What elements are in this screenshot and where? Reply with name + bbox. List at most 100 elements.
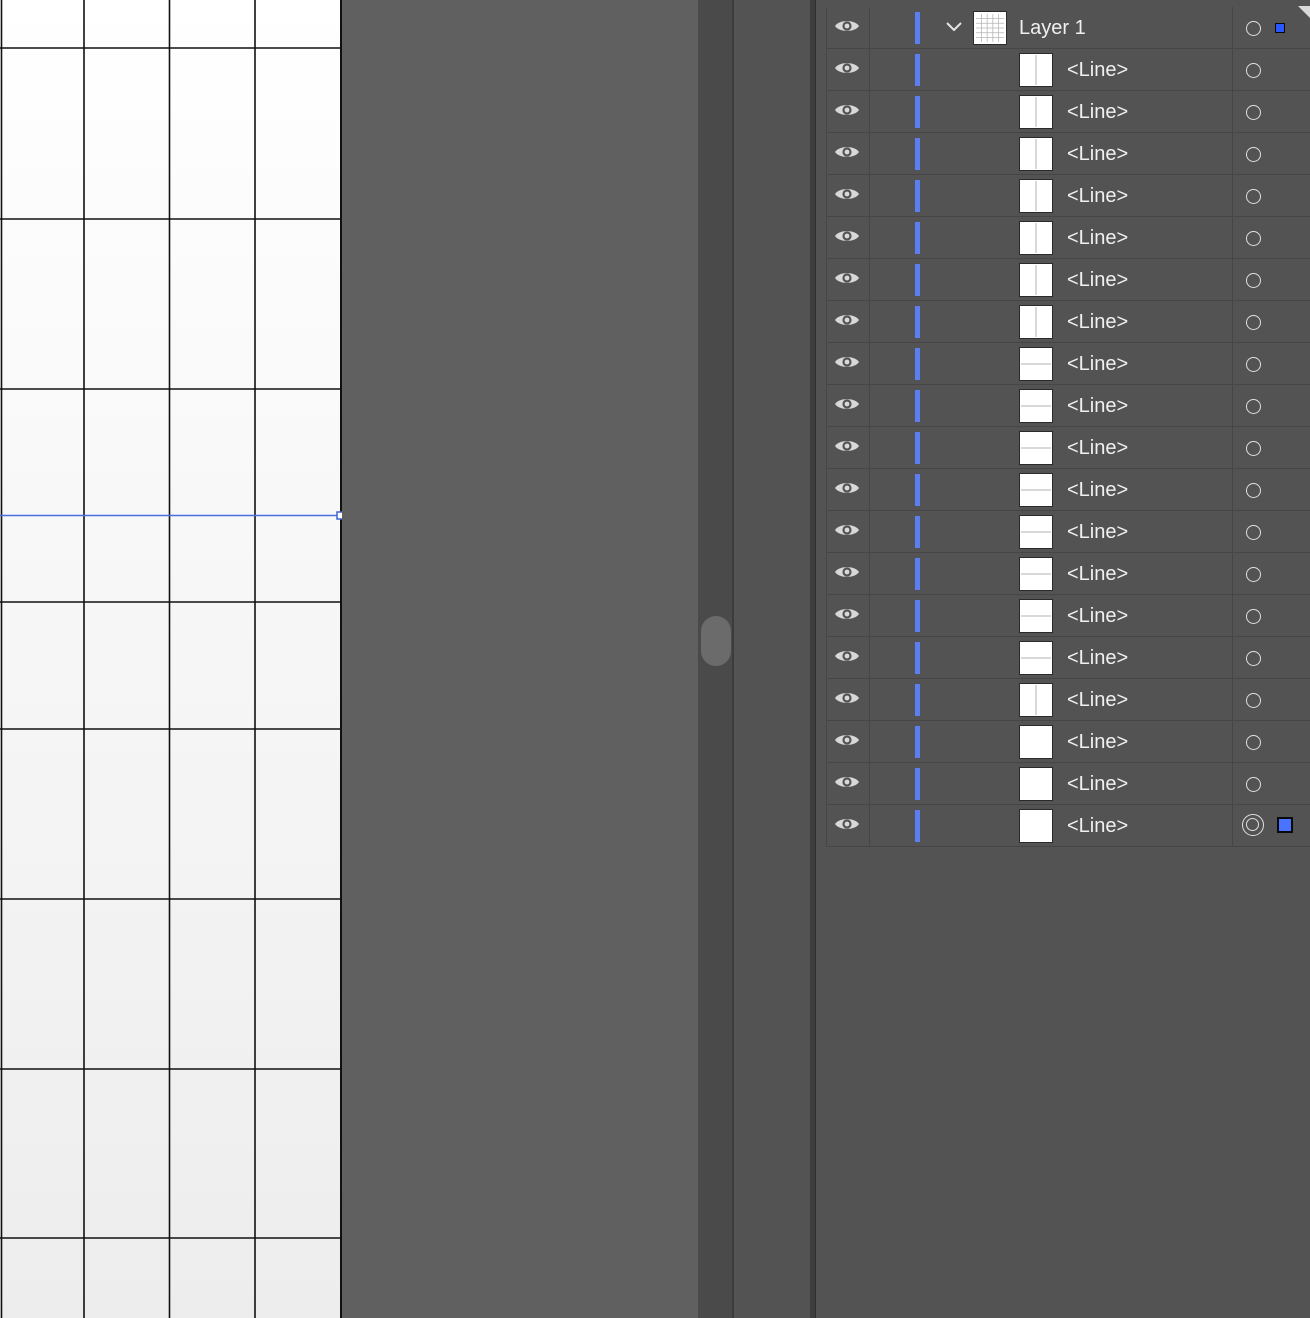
circle-target-icon[interactable] [1246, 693, 1261, 708]
selection-square-icon[interactable] [1275, 23, 1285, 33]
eye-icon[interactable] [834, 227, 860, 245]
circle-target-icon[interactable] [1246, 567, 1261, 582]
layer-item-row[interactable]: <Line> [827, 385, 1310, 427]
column-divider [869, 217, 870, 258]
circle-target-icon[interactable] [1246, 231, 1261, 246]
chevron-down-icon[interactable] [945, 20, 963, 34]
eye-icon[interactable] [834, 731, 860, 749]
circle-target-icon[interactable] [1246, 525, 1261, 540]
item-thumbnail [1019, 767, 1053, 801]
layer-color-stripe [915, 768, 920, 800]
layer-item-row[interactable]: <Line> [827, 259, 1310, 301]
layer-item-name[interactable]: <Line> [1067, 143, 1128, 165]
eye-icon[interactable] [834, 101, 860, 119]
layer-item-row[interactable]: <Line> [827, 175, 1310, 217]
layer-item-row[interactable]: <Line> [827, 91, 1310, 133]
layer-name[interactable]: Layer 1 [1019, 17, 1086, 39]
layer-item-name[interactable]: <Line> [1067, 185, 1128, 207]
layer-item-row[interactable]: <Line> [827, 553, 1310, 595]
circle-target-icon[interactable] [1246, 651, 1261, 666]
eye-icon[interactable] [834, 689, 860, 707]
eye-icon[interactable] [834, 59, 860, 77]
circle-target-icon[interactable] [1246, 189, 1261, 204]
circle-target-icon[interactable] [1246, 777, 1261, 792]
eye-icon[interactable] [834, 17, 860, 35]
eye-icon[interactable] [834, 521, 860, 539]
column-divider [869, 637, 870, 678]
layer-item-row[interactable]: <Line> [827, 679, 1310, 721]
layer-item-row[interactable]: <Line> [827, 511, 1310, 553]
eye-icon[interactable] [834, 185, 860, 203]
scrollbar-thumb[interactable] [701, 616, 731, 666]
anchor-point-handle[interactable] [336, 511, 342, 520]
circle-target-icon[interactable] [1246, 357, 1261, 372]
circle-target-icon[interactable] [1246, 399, 1261, 414]
layer-item-name[interactable]: <Line> [1067, 395, 1128, 417]
layer-item-name[interactable]: <Line> [1067, 563, 1128, 585]
layer-item-row[interactable]: <Line> [827, 595, 1310, 637]
layer-item-name[interactable]: <Line> [1067, 437, 1128, 459]
circle-target-icon[interactable] [1246, 483, 1261, 498]
layer-item-name[interactable]: <Line> [1067, 59, 1128, 81]
circle-target-icon[interactable] [1246, 105, 1261, 120]
layer-item-name[interactable]: <Line> [1067, 269, 1128, 291]
circle-target-icon[interactable] [1246, 735, 1261, 750]
column-divider [1232, 91, 1233, 132]
layer-item-name[interactable]: <Line> [1067, 647, 1128, 669]
vertical-scrollbar[interactable] [698, 0, 734, 1318]
layer-item-row[interactable]: <Line> [827, 217, 1310, 259]
artboard[interactable] [0, 0, 342, 1318]
layer-item-name[interactable]: <Line> [1067, 101, 1128, 123]
layer-item-name[interactable]: <Line> [1067, 605, 1128, 627]
layer-item-row[interactable]: <Line> [827, 133, 1310, 175]
layer-item-name[interactable]: <Line> [1067, 731, 1128, 753]
eye-icon[interactable] [834, 563, 860, 581]
layer-item-name[interactable]: <Line> [1067, 479, 1128, 501]
layer-color-stripe [915, 96, 920, 128]
selection-square-icon[interactable] [1277, 817, 1293, 833]
layer-item-row[interactable]: <Line> [827, 721, 1310, 763]
layer-item-row[interactable]: <Line> [827, 343, 1310, 385]
circle-target-icon[interactable] [1246, 63, 1261, 78]
eye-icon[interactable] [834, 647, 860, 665]
layer-item-row[interactable]: <Line> [827, 469, 1310, 511]
item-thumbnail [1019, 557, 1053, 591]
layer-item-row[interactable]: <Line> [827, 49, 1310, 91]
document-canvas[interactable] [0, 0, 698, 1318]
layer-item-row[interactable]: <Line> [827, 427, 1310, 469]
layer-item-name[interactable]: <Line> [1067, 689, 1128, 711]
eye-icon[interactable] [834, 773, 860, 791]
column-divider [1232, 385, 1233, 426]
circle-target-icon[interactable] [1246, 315, 1261, 330]
eye-icon[interactable] [834, 311, 860, 329]
eye-icon[interactable] [834, 437, 860, 455]
eye-icon[interactable] [834, 395, 860, 413]
circle-target-icon[interactable] [1242, 814, 1264, 836]
layers-list: Layer 1 <Line> <Line> <Line> <Line> <Line> <L… [826, 7, 1310, 847]
eye-icon[interactable] [834, 143, 860, 161]
layer-item-name[interactable]: <Line> [1067, 815, 1128, 837]
circle-target-icon[interactable] [1246, 21, 1261, 36]
layer-item-name[interactable]: <Line> [1067, 227, 1128, 249]
column-divider [869, 469, 870, 510]
layer-item-row[interactable]: <Line> [827, 301, 1310, 343]
layer-item-row[interactable]: <Line> [827, 763, 1310, 805]
layer-item-name[interactable]: <Line> [1067, 311, 1128, 333]
eye-icon[interactable] [834, 269, 860, 287]
eye-icon[interactable] [834, 353, 860, 371]
layer-item-name[interactable]: <Line> [1067, 353, 1128, 375]
layer-item-row[interactable]: <Line> [827, 805, 1310, 847]
column-divider [869, 7, 870, 48]
circle-target-icon[interactable] [1246, 147, 1261, 162]
layer-item-name[interactable]: <Line> [1067, 521, 1128, 543]
circle-target-icon[interactable] [1246, 609, 1261, 624]
circle-target-icon[interactable] [1246, 273, 1261, 288]
layer-item-row[interactable]: <Line> [827, 637, 1310, 679]
circle-target-icon[interactable] [1246, 441, 1261, 456]
eye-icon[interactable] [834, 479, 860, 497]
layer-row-layer-1[interactable]: Layer 1 [827, 7, 1310, 49]
eye-icon[interactable] [834, 815, 860, 833]
eye-icon[interactable] [834, 605, 860, 623]
item-thumbnail [1019, 389, 1053, 423]
layer-item-name[interactable]: <Line> [1067, 773, 1128, 795]
